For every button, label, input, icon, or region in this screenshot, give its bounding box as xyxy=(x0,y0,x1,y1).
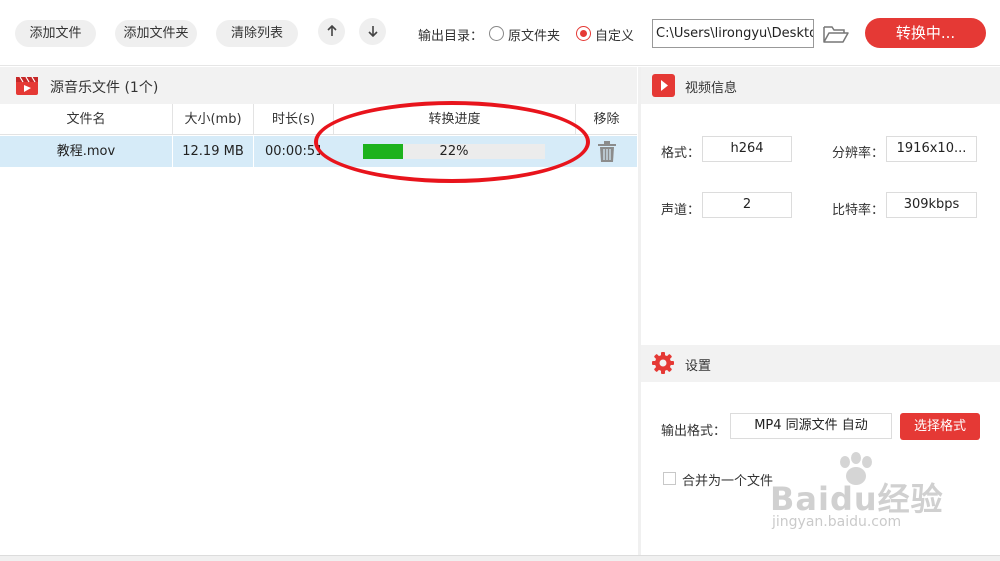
move-up-button[interactable] xyxy=(318,18,345,45)
add-folder-button[interactable]: 添加文件夹 xyxy=(115,20,197,47)
convert-button[interactable]: 转换中... xyxy=(865,18,986,48)
radio-custom[interactable] xyxy=(576,26,591,41)
right-panel: 视频信息 格式： h264 分辨率： 1916x10... 声道： 2 比特率：… xyxy=(641,67,1000,555)
output-format-field[interactable]: MP4 同源文件 自动 xyxy=(730,413,892,439)
merge-label: 合并为一个文件 xyxy=(682,474,774,489)
column-header-size: 大小(mb) xyxy=(173,104,254,135)
column-header-progress: 转换进度 xyxy=(334,104,576,135)
file-list-header: 源音乐文件 (1个) xyxy=(0,67,637,104)
table-header: 文件名 大小(mb) 时长(s) 转换进度 移除 xyxy=(0,104,637,135)
video-info-title: 视频信息 xyxy=(685,81,738,96)
column-header-name: 文件名 xyxy=(0,104,173,135)
move-down-button[interactable] xyxy=(359,18,386,45)
file-list-title: 源音乐文件 (1个) xyxy=(50,80,159,96)
radio-original-folder[interactable] xyxy=(489,26,504,41)
column-header-duration: 时长(s) xyxy=(254,104,334,135)
channel-value: 2 xyxy=(702,192,792,218)
bitrate-value: 309kbps xyxy=(886,192,977,218)
settings-title: 设置 xyxy=(685,359,712,374)
clear-list-button[interactable]: 清除列表 xyxy=(216,20,298,47)
merge-checkbox[interactable] xyxy=(663,472,676,485)
file-list-panel: 源音乐文件 (1个) 文件名 大小(mb) 时长(s) 转换进度 移除 教程.m… xyxy=(0,67,637,555)
resolution-label: 分辨率： xyxy=(832,146,885,161)
gear-icon xyxy=(652,352,674,374)
video-play-icon xyxy=(652,74,675,97)
channel-label: 声道： xyxy=(661,203,701,218)
radio-original-label: 原文件夹 xyxy=(508,29,561,44)
resolution-value: 1916x10... xyxy=(886,136,977,162)
output-format-label: 输出格式： xyxy=(661,424,727,439)
bottom-border xyxy=(0,555,1000,561)
cell-duration: 00:00:51 xyxy=(265,144,320,159)
toolbar: 添加文件 添加文件夹 清除列表 输出目录： 原文件夹 自定义 C:\Users\… xyxy=(0,0,1000,66)
arrow-down-icon xyxy=(367,26,378,38)
add-file-button[interactable]: 添加文件 xyxy=(15,20,96,47)
music-file-icon xyxy=(16,76,38,95)
settings-header: 设置 xyxy=(641,345,1000,382)
table-row[interactable]: 教程.mov 12.19 MB 00:00:51 22% xyxy=(0,136,637,167)
output-path-field[interactable]: C:\Users\lirongyu\Desktop xyxy=(652,19,814,48)
radio-custom-label: 自定义 xyxy=(595,29,635,44)
cell-file-size: 12.19 MB xyxy=(173,136,254,167)
cell-file-name: 教程.mov xyxy=(0,136,173,167)
bitrate-label: 比特率： xyxy=(832,203,885,218)
folder-open-icon[interactable] xyxy=(822,22,850,46)
arrow-up-icon xyxy=(326,24,337,36)
output-dir-label: 输出目录： xyxy=(418,29,484,44)
format-value: h264 xyxy=(702,136,792,162)
progress-percent: 22% xyxy=(439,144,469,159)
video-info-header: 视频信息 xyxy=(641,67,1000,104)
trash-icon[interactable] xyxy=(597,141,617,163)
format-label: 格式： xyxy=(661,146,701,161)
column-header-remove: 移除 xyxy=(593,112,620,127)
select-format-button[interactable]: 选择格式 xyxy=(900,413,980,440)
